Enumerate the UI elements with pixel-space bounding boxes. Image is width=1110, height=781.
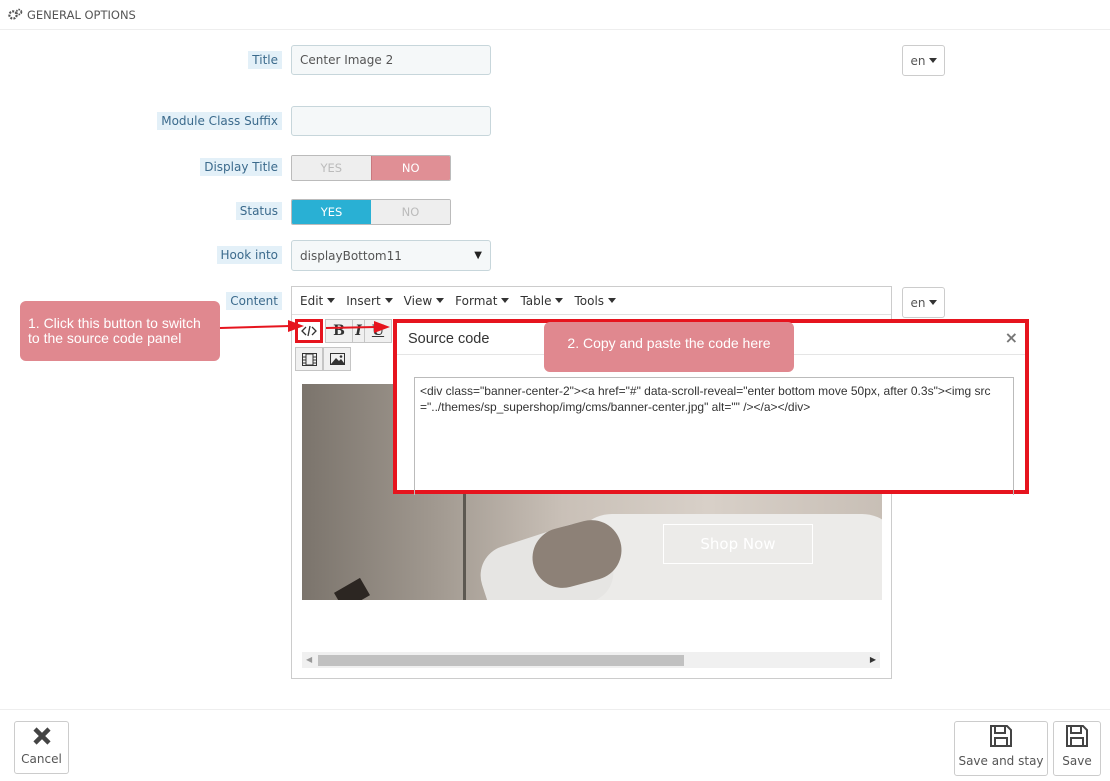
status-toggle[interactable]: YES NO	[291, 199, 451, 225]
save-and-stay-button[interactable]: Save and stay	[954, 721, 1048, 776]
suffix-label: Module Class Suffix	[0, 112, 282, 134]
close-icon	[32, 727, 51, 745]
dialog-title: Source code	[408, 330, 490, 347]
suffix-input[interactable]	[291, 106, 491, 136]
horizontal-scrollbar[interactable]: ◀ ▶	[302, 652, 880, 668]
title-input[interactable]: Center Image 2	[291, 45, 491, 75]
scroll-right-icon[interactable]: ▶	[870, 655, 876, 664]
caret-down-icon	[501, 298, 510, 303]
caret-down-icon	[327, 298, 336, 303]
status-yes[interactable]: YES	[292, 200, 371, 224]
menu-table[interactable]: Table	[520, 294, 564, 308]
title-language-button[interactable]: en	[902, 45, 945, 76]
display-title-label: Display Title	[0, 158, 282, 180]
floppy-icon	[990, 725, 1012, 747]
callout-arrows	[219, 320, 390, 333]
image-icon	[329, 353, 345, 365]
display-title-no[interactable]: NO	[370, 156, 450, 180]
caret-down-icon	[928, 300, 937, 305]
title-label: Title	[0, 51, 282, 73]
editor-menubar: Edit Insert View Format Table Tools	[292, 287, 891, 315]
film-icon	[301, 352, 317, 366]
save-label: Save	[1062, 754, 1092, 768]
media-button[interactable]	[295, 347, 323, 371]
caret-down-icon	[384, 298, 393, 303]
caret-down-icon	[555, 298, 564, 303]
hook-select-value: displayBottom11	[300, 248, 402, 263]
status-no[interactable]: NO	[371, 200, 450, 224]
save-and-stay-label: Save and stay	[958, 754, 1044, 768]
menu-edit[interactable]: Edit	[300, 294, 336, 308]
status-label: Status	[0, 202, 282, 224]
caret-down-icon	[608, 298, 617, 303]
scrollbar-thumb[interactable]	[318, 655, 684, 666]
caret-down-icon	[436, 298, 445, 303]
hook-select[interactable]: displayBottom11 ▼	[291, 240, 491, 271]
menu-view[interactable]: View	[404, 294, 445, 308]
callout-step-2: 2. Copy and paste the code here	[544, 322, 794, 372]
scroll-left-icon[interactable]: ◀	[306, 655, 312, 664]
close-icon[interactable]: ×	[1005, 328, 1018, 347]
content-language-button[interactable]: en	[902, 287, 945, 318]
floppy-icon	[1066, 725, 1088, 747]
caret-down-icon	[928, 58, 937, 63]
gears-icon	[8, 8, 23, 20]
callout-step-1: 1. Click this button to switch to the so…	[20, 301, 220, 361]
side-table-shape	[334, 577, 370, 600]
cancel-button[interactable]: Cancel	[14, 721, 69, 774]
source-code-textarea[interactable]: <div class="banner-center-2"><a href="#"…	[414, 377, 1014, 495]
save-button[interactable]: Save	[1053, 721, 1101, 776]
section-header: GENERAL OPTIONS	[0, 0, 1110, 30]
display-title-toggle[interactable]: YES NO	[291, 155, 451, 181]
menu-insert[interactable]: Insert	[346, 294, 393, 308]
menu-format[interactable]: Format	[455, 294, 510, 308]
menu-tools[interactable]: Tools	[574, 294, 617, 308]
form-footer: Cancel Save and stay Save	[0, 709, 1110, 781]
select-arrow-icon: ▼	[474, 250, 482, 261]
cancel-label: Cancel	[21, 752, 62, 766]
hook-label: Hook into	[0, 246, 282, 268]
display-title-yes[interactable]: YES	[292, 156, 371, 180]
section-title: GENERAL OPTIONS	[27, 7, 136, 22]
image-button[interactable]	[323, 347, 351, 371]
shop-now-button[interactable]: Shop Now	[663, 524, 813, 564]
